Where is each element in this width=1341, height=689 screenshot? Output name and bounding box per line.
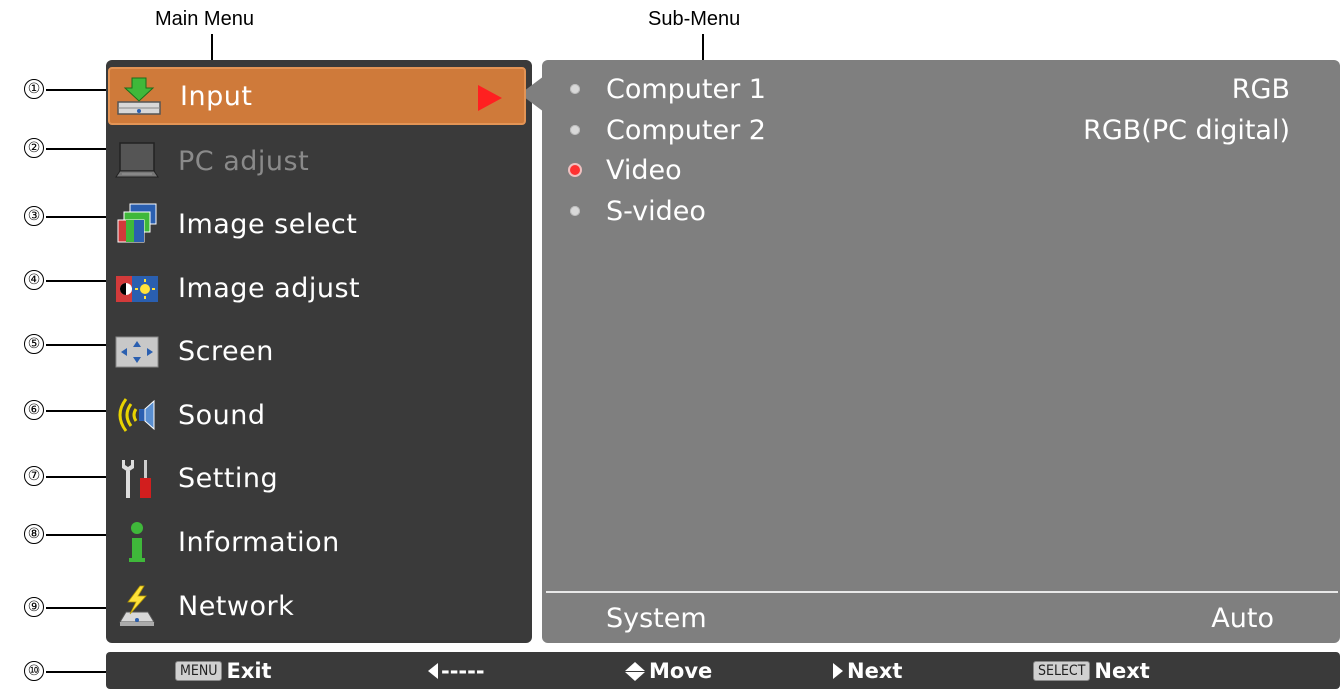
leader-2 [46, 148, 114, 150]
left-arrow-icon [428, 663, 438, 679]
screen-icon [108, 326, 166, 376]
hint-next-label: Next [847, 659, 903, 683]
leader-6 [46, 410, 114, 412]
main-menu-item-network[interactable]: Network [108, 577, 526, 635]
main-menu-item-screen[interactable]: Screen [108, 322, 526, 380]
main-menu-item-image-select[interactable]: Image select [108, 195, 526, 253]
hint-next: Next [833, 656, 902, 686]
network-icon [108, 581, 166, 631]
hint-select-next-label: Next [1094, 659, 1150, 683]
submenu-arrow-icon [478, 85, 502, 111]
sub-menu-item-computer-2[interactable]: Computer 2 RGB(PC digital) [570, 110, 1290, 150]
hint-exit-label: Exit [226, 659, 272, 683]
main-menu-callout: Main Menu [155, 8, 254, 30]
main-menu-label-information: Information [178, 526, 340, 558]
image-adjust-icon [108, 263, 166, 313]
leader-8 [46, 534, 114, 536]
sub-menu-item-value: RGB(PC digital) [1083, 114, 1290, 146]
sub-menu-item-name: Video [606, 154, 682, 186]
marker-4: ④ [24, 270, 44, 290]
sub-menu-item-video[interactable]: Video [570, 150, 1290, 190]
radio-dot-icon [570, 125, 580, 135]
sub-menu-item-system[interactable]: System Auto [606, 598, 1274, 638]
main-menu-label-input: Input [180, 80, 253, 112]
main-menu-label-image-adjust: Image adjust [178, 272, 361, 304]
main-menu-label-network: Network [178, 590, 295, 622]
main-menu-label-screen: Screen [178, 335, 274, 367]
main-menu-item-input[interactable]: Input [108, 67, 526, 125]
sub-menu-item-value: RGB [1231, 73, 1290, 105]
system-value: Auto [1211, 602, 1274, 634]
marker-5: ⑤ [24, 334, 44, 354]
leader-3 [46, 216, 114, 218]
leader-7 [46, 476, 114, 478]
hint-select-next: SELECT Next [1033, 656, 1150, 686]
hint-move: Move [625, 656, 712, 686]
marker-10: ⑩ [24, 661, 44, 681]
marker-8: ⑧ [24, 524, 44, 544]
sub-menu-divider [546, 591, 1338, 593]
marker-1: ① [24, 79, 44, 99]
sub-menu-item-name: Computer 1 [606, 73, 766, 105]
leader-1 [46, 89, 112, 91]
main-menu-item-information[interactable]: Information [108, 513, 526, 571]
pc-adjust-icon [108, 136, 166, 186]
marker-9: ⑨ [24, 597, 44, 617]
sound-icon [108, 390, 166, 440]
marker-6: ⑥ [24, 400, 44, 420]
main-menu-item-sound[interactable]: Sound [108, 386, 526, 444]
leader-5 [46, 344, 114, 346]
main-menu-label-pc-adjust: PC adjust [178, 145, 310, 177]
main-menu-label-setting: Setting [178, 462, 279, 494]
main-menu-label-image-select: Image select [178, 208, 358, 240]
hint-exit: MENU Exit [175, 656, 272, 686]
marker-7: ⑦ [24, 466, 44, 486]
radio-dot-icon [570, 206, 580, 216]
radio-dot-active-icon [570, 165, 580, 175]
sub-menu-item-computer-1[interactable]: Computer 1 RGB [570, 69, 1290, 109]
hint-back-label: ----- [441, 659, 485, 683]
sub-menu-callout: Sub-Menu [648, 8, 741, 30]
main-menu-item-image-adjust[interactable]: Image adjust [108, 259, 526, 317]
menu-key-icon: MENU [175, 661, 223, 681]
information-icon [108, 517, 166, 567]
sub-menu-item-name: Computer 2 [606, 114, 766, 146]
leader-4 [46, 280, 114, 282]
input-icon [110, 71, 168, 121]
setting-icon [108, 453, 166, 503]
select-key-icon: SELECT [1033, 661, 1091, 681]
image-select-icon [108, 199, 166, 249]
leader-10 [46, 671, 114, 673]
hint-back: ----- [428, 656, 485, 686]
leader-9 [46, 607, 114, 609]
right-arrow-icon [833, 663, 843, 679]
main-menu-item-pc-adjust[interactable]: PC adjust [108, 132, 526, 190]
main-menu-item-setting[interactable]: Setting [108, 449, 526, 507]
sub-menu-item-s-video[interactable]: S-video [570, 191, 1290, 231]
up-down-arrow-icon [625, 661, 645, 681]
radio-dot-icon [570, 84, 580, 94]
main-menu-label-sound: Sound [178, 399, 266, 431]
system-label: System [606, 602, 707, 634]
status-bar [106, 652, 1340, 689]
hint-move-label: Move [649, 659, 713, 683]
sub-menu-item-name: S-video [606, 195, 706, 227]
marker-3: ③ [24, 206, 44, 226]
marker-2: ② [24, 138, 44, 158]
